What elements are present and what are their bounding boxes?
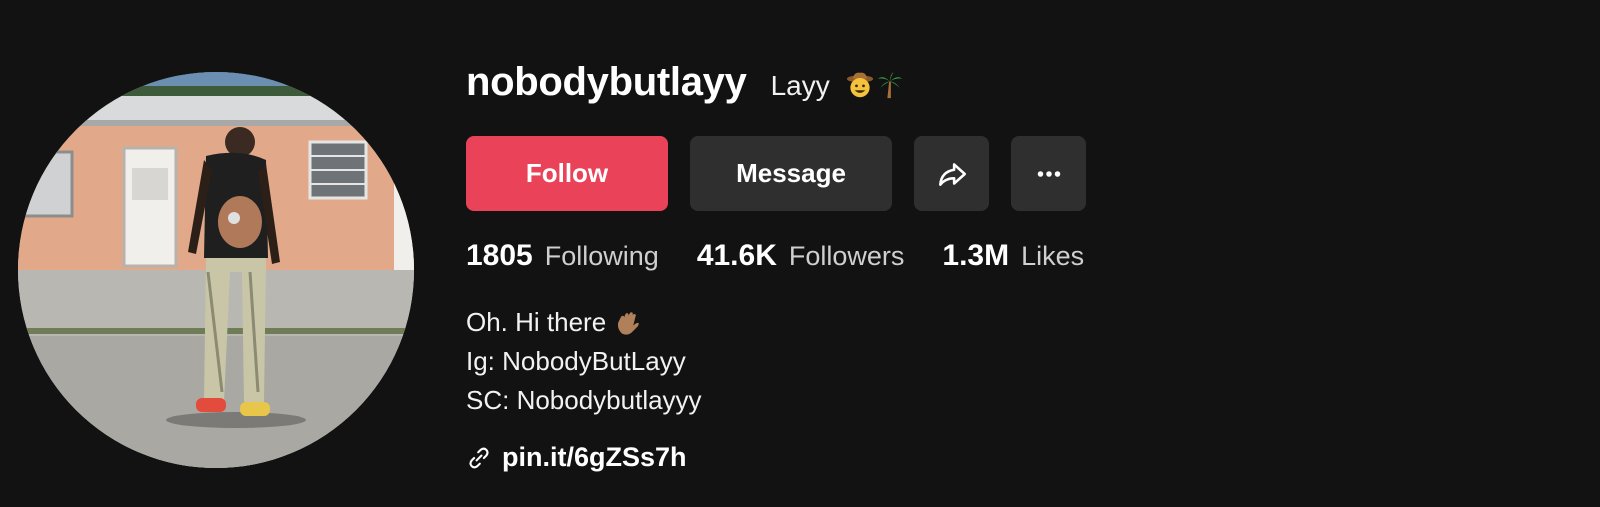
follow-button[interactable]: Follow [466, 136, 668, 211]
username: nobodybutlayy [466, 60, 747, 104]
bio-line: SC: Nobodybutlayyy [466, 385, 702, 415]
avatar[interactable] [18, 72, 414, 468]
bio-text: Oh. Hi there [466, 307, 607, 337]
stat-label: Following [544, 241, 659, 271]
waving-hand-icon [618, 311, 639, 335]
share-arrow-icon [938, 162, 966, 186]
stat-following[interactable]: 1805 Following [466, 239, 659, 273]
cowboy-face-icon [846, 72, 873, 98]
bio: Oh. Hi there Ig: NobodyButLayy SC: Nobod… [466, 303, 1566, 420]
profile-info: nobodybutlayy Layy Follow Message 1805 F… [466, 60, 1566, 473]
link-text[interactable]: pin.it/6gZSs7h [502, 442, 687, 473]
stat-likes: 1.3M Likes [942, 239, 1084, 273]
nickname-emojis [846, 71, 904, 99]
share-button[interactable] [914, 136, 989, 211]
title-row: nobodybutlayy Layy [466, 60, 1566, 116]
bio-line: Ig: NobodyButLayy [466, 346, 686, 376]
nickname: Layy [770, 70, 830, 101]
message-button[interactable]: Message [690, 136, 892, 211]
nickname-wrap: Layy [771, 70, 904, 102]
profile-link[interactable]: pin.it/6gZSs7h [466, 442, 1566, 473]
bio-line: Oh. Hi there [466, 303, 1566, 342]
stat-value: 1.3M [942, 239, 1010, 272]
profile-stats: 1805 Following 41.6K Followers 1.3M Like… [466, 239, 1566, 279]
more-dots-icon [1037, 170, 1060, 177]
profile-page: nobodybutlayy Layy Follow Message 1805 F… [0, 0, 1600, 507]
stat-value: 41.6K [696, 239, 777, 272]
link-icon [469, 447, 489, 468]
stat-label: Likes [1021, 241, 1085, 271]
palm-tree-icon [877, 71, 902, 99]
stat-label: Followers [788, 241, 905, 271]
action-buttons: Follow Message [466, 136, 1566, 211]
stat-followers[interactable]: 41.6K Followers [697, 239, 905, 273]
stat-value: 1805 [466, 239, 533, 272]
more-button[interactable] [1011, 136, 1086, 211]
avatar-photo [18, 72, 414, 468]
